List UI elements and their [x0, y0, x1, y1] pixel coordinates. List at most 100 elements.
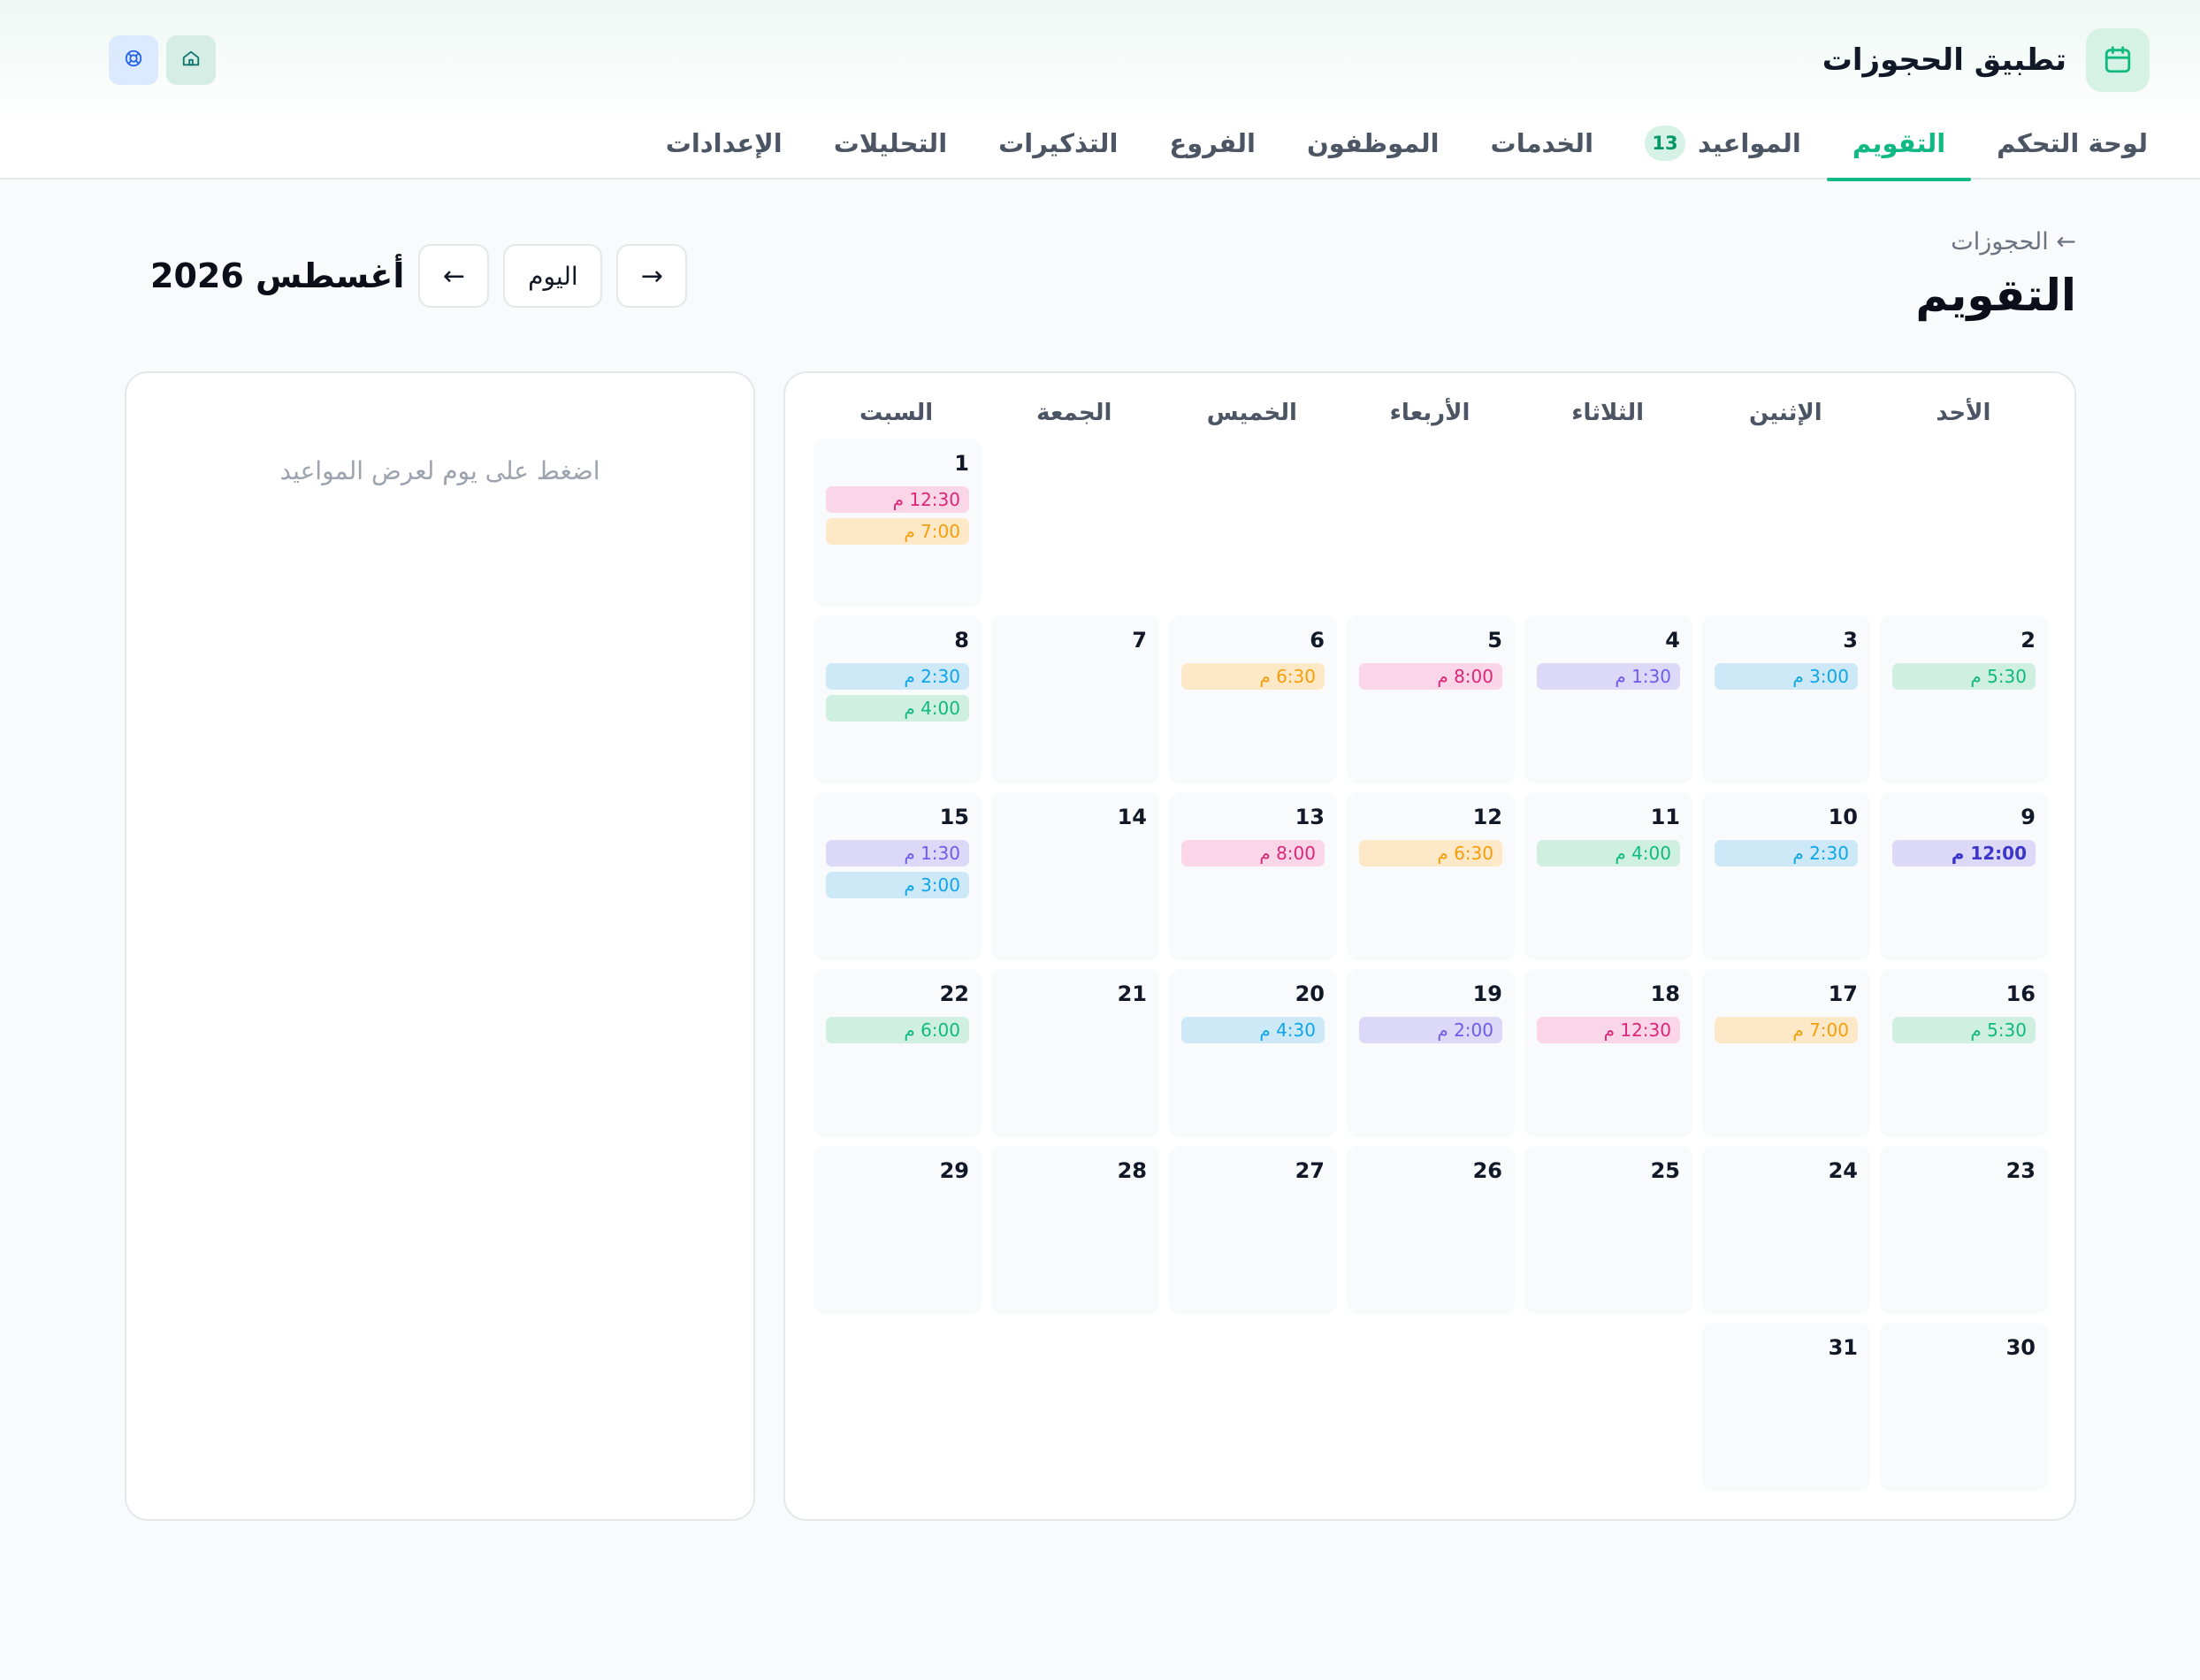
day-cell[interactable]: 15 1:30 م 3:00 م [814, 792, 982, 960]
today-button[interactable]: اليوم [503, 244, 603, 308]
appointment-chip[interactable]: 3:00 م [826, 872, 969, 898]
appointment-chip[interactable]: 5:30 م [1892, 663, 2036, 690]
empty-cell [1347, 439, 1515, 607]
appointment-chip[interactable]: 3:00 م [1715, 663, 1858, 690]
appointment-chip[interactable]: 6:30 م [1359, 840, 1502, 867]
day-number: 31 [1828, 1335, 1858, 1360]
weekday-label: الأحد [1936, 400, 1991, 426]
weekday-label: الإثنين [1748, 400, 1822, 426]
day-cell[interactable]: 25 [1524, 1146, 1692, 1314]
support-button[interactable] [109, 35, 158, 85]
appointment-chip[interactable]: 8:00 م [1359, 663, 1502, 690]
day-cell[interactable]: 24 [1702, 1146, 1870, 1314]
day-cell[interactable]: 21 [991, 969, 1159, 1137]
nav-tab[interactable]: الإعدادات [640, 106, 808, 179]
day-cell[interactable]: 22 6:00 م [814, 969, 982, 1137]
day-number: 20 [1295, 981, 1325, 1006]
day-number: 3 [1843, 628, 1858, 653]
nav-tab[interactable]: المواعيد 13 [1619, 106, 1827, 179]
day-cell[interactable]: 10 2:30 م [1702, 792, 1870, 960]
day-cell[interactable]: 12 6:30 م [1347, 792, 1515, 960]
day-number: 6 [1310, 628, 1325, 653]
appointment-chip[interactable]: 8:00 م [1181, 840, 1325, 867]
appointment-chip[interactable]: 12:30 م [826, 486, 969, 513]
day-cell[interactable]: 9 12:00 م [1880, 792, 2048, 960]
appointment-chip[interactable]: 6:30 م [1181, 663, 1325, 690]
appointment-chip[interactable]: 12:00 م [1892, 840, 2036, 867]
day-cell[interactable]: 5 8:00 م [1347, 615, 1515, 783]
weekday-label: الثلاثاء [1571, 400, 1645, 426]
day-cell[interactable]: 7 [991, 615, 1159, 783]
appointment-chip[interactable]: 2:00 م [1359, 1017, 1502, 1043]
day-cell[interactable]: 19 2:00 م [1347, 969, 1515, 1137]
day-cell[interactable]: 26 [1347, 1146, 1515, 1314]
calendar-grid: 1 12:30 م 7:00 م 2 5:30 م 3 3:00 م 4 1:30 م 5 8:00… [812, 439, 2048, 1491]
appointment-chip[interactable]: 2:30 م [826, 663, 969, 690]
day-cell[interactable]: 8 2:30 م 4:00 م [814, 615, 982, 783]
day-number: 22 [939, 981, 969, 1006]
nav-tab[interactable]: الفروع [1143, 106, 1281, 179]
appointment-chip[interactable]: 5:30 م [1892, 1017, 2036, 1043]
day-details-panel: اضغط على يوم لعرض المواعيد [125, 371, 755, 1521]
nav-tab[interactable]: التذكيرات [973, 106, 1143, 179]
day-cell[interactable]: 3 3:00 م [1702, 615, 1870, 783]
day-number: 14 [1117, 805, 1147, 829]
weekday-label: الجمعة [1036, 400, 1112, 426]
day-cell[interactable]: 16 5:30 م [1880, 969, 2048, 1137]
day-cell[interactable]: 4 1:30 م [1524, 615, 1692, 783]
day-cell[interactable]: 1 12:30 م 7:00 م [814, 439, 982, 607]
day-number: 24 [1828, 1158, 1858, 1183]
day-number: 26 [1472, 1158, 1502, 1183]
day-cell[interactable]: 20 4:30 م [1169, 969, 1337, 1137]
day-number: 12 [1472, 805, 1502, 829]
appointment-chip[interactable]: 6:00 م [826, 1017, 969, 1043]
weekday-header: الأحد الإثنين الثلاثاء الأربعاء الخميس الجمعة… [812, 400, 2048, 444]
day-number: 9 [2020, 805, 2036, 829]
empty-state-hint: اضغط على يوم لعرض المواعيد [279, 456, 600, 485]
day-cell[interactable]: 2 5:30 م [1880, 615, 2048, 783]
day-cell[interactable]: 27 [1169, 1146, 1337, 1314]
day-cell[interactable]: 11 4:00 م [1524, 792, 1692, 960]
home-button[interactable] [166, 35, 216, 85]
day-cell[interactable]: 6 6:30 م [1169, 615, 1337, 783]
day-number: 28 [1117, 1158, 1147, 1183]
appointment-chip[interactable]: 2:30 م [1715, 840, 1858, 867]
app-title: تطبيق الحجوزات [1822, 42, 2066, 78]
appointment-chip[interactable]: 7:00 م [1715, 1017, 1858, 1043]
nav-tab[interactable]: التقويم [1826, 106, 1972, 181]
next-month-button[interactable]: → [616, 244, 688, 308]
day-cell[interactable]: 13 8:00 م [1169, 792, 1337, 960]
appointment-chip[interactable]: 1:30 م [1537, 663, 1680, 690]
appointment-chip[interactable]: 4:30 م [1181, 1017, 1325, 1043]
day-cell[interactable]: 18 12:30 م [1524, 969, 1692, 1137]
day-cell[interactable]: 14 [991, 792, 1159, 960]
day-cell[interactable]: 31 [1702, 1323, 1870, 1491]
appointment-chip[interactable]: 1:30 م [826, 840, 969, 867]
top-bar: تطبيق الحجوزات لوحة التحكم التقويم الموا… [0, 0, 2200, 181]
prev-month-button[interactable]: ← [418, 244, 490, 308]
day-cell[interactable]: 29 [814, 1146, 982, 1314]
breadcrumb-back-link[interactable]: ← الحجوزات [1951, 228, 2076, 256]
day-number: 19 [1472, 981, 1502, 1006]
day-number: 1 [954, 451, 969, 476]
day-cell[interactable]: 17 7:00 م [1702, 969, 1870, 1137]
nav-tab[interactable]: الخدمات [1465, 106, 1619, 179]
day-number: 29 [939, 1158, 969, 1183]
nav-tab[interactable]: التحليلات [808, 106, 973, 179]
day-cell[interactable]: 30 [1880, 1323, 2048, 1491]
appointment-chip[interactable]: 7:00 م [826, 518, 969, 545]
nav-tab[interactable]: الموظفون [1281, 106, 1465, 179]
empty-cell [1524, 439, 1692, 607]
day-cell[interactable]: 28 [991, 1146, 1159, 1314]
header-actions [109, 35, 216, 85]
appointment-chip[interactable]: 4:00 م [1537, 840, 1680, 867]
weekday-label: السبت [859, 400, 934, 426]
day-number: 15 [939, 805, 969, 829]
nav-tab[interactable]: لوحة التحكم [1971, 106, 2173, 179]
nav-tab-label: الفروع [1169, 127, 1256, 158]
appointment-chip[interactable]: 12:30 م [1537, 1017, 1680, 1043]
nav-tab-label: التذكيرات [998, 127, 1119, 158]
day-cell[interactable]: 23 [1880, 1146, 2048, 1314]
empty-cell [1880, 439, 2048, 607]
appointment-chip[interactable]: 4:00 م [826, 695, 969, 722]
